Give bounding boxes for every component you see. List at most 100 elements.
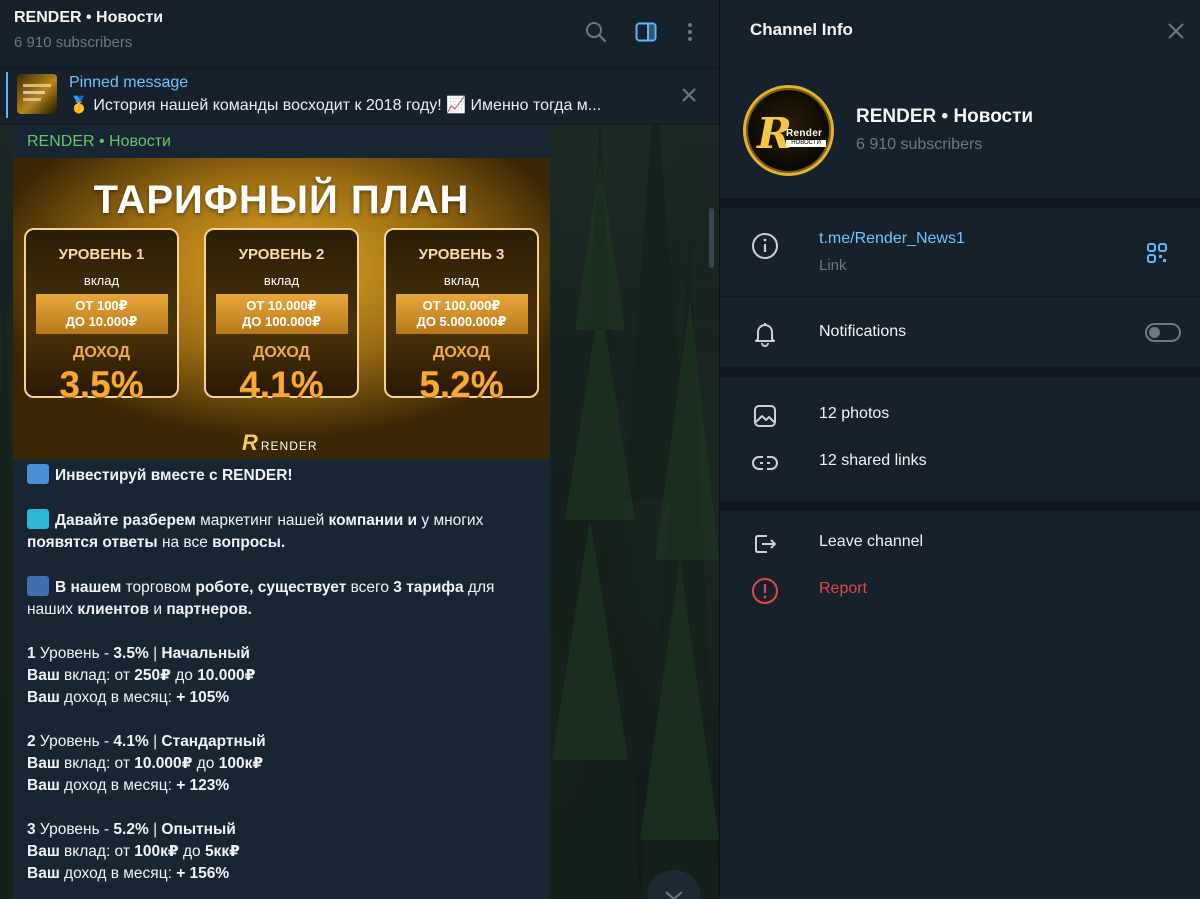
bold-text: + 123% [176,777,230,794]
close-pinned-icon[interactable] [679,85,699,105]
section-separator [720,501,1200,511]
avatar-tag: НОВОСТИ [786,140,826,147]
more-menu-icon[interactable] [678,20,702,44]
text: доход в месяц: [59,777,177,794]
bold-text: Ваш [27,843,60,860]
bold-text: роботе, существует [195,579,347,596]
chat-area: RENDER • Новости 6 910 subscribers Pinne… [0,0,719,899]
bell-icon [755,323,775,347]
bold-text: Опытный [161,821,236,838]
chat-title[interactable]: RENDER • Новости [14,9,163,27]
photo-icon [754,405,776,427]
channel-subscribers: 6 910 subscribers [856,136,983,153]
post-line: Ваш вклад: от 250₽ до 10.000₽ [27,665,537,687]
card-level: УРОВЕНЬ 1 [58,246,145,263]
channel-post[interactable]: RENDER • Новости ТАРИФНЫЙ ПЛАН УРОВЕНЬ 1… [13,126,550,899]
bold-text: Начальный [161,645,250,662]
pinned-thumbnail [17,74,57,114]
text: | [148,821,162,838]
bold-text: 5кк₽ [204,843,240,860]
channel-link[interactable]: t.me/Render_News1 [819,230,965,248]
pinned-indicator [6,72,8,118]
text: вклад: от [59,755,135,772]
report-button[interactable]: Report [819,580,867,598]
section-separator [720,198,1200,208]
chevron-down-icon [665,891,683,899]
chart-up-emoji [27,464,49,484]
text: доход в месяц: [59,865,177,882]
leave-channel-button[interactable]: Leave channel [819,533,923,551]
post-author[interactable]: RENDER • Новости [27,133,171,151]
poster-title: ТАРИФНЫЙ ПЛАН [93,178,470,222]
chat-subscribers: 6 910 subscribers [14,34,133,51]
tariff-poster-image[interactable]: ТАРИФНЫЙ ПЛАН УРОВЕНЬ 1 вклад ОТ 100₽ ДО … [13,158,550,459]
card-level: УРОВЕНЬ 2 [238,246,325,263]
bold-text: 250₽ [134,667,171,684]
post-line: Ваш вклад: от 100к₽ до 5кк₽ [27,841,537,863]
notifications-toggle[interactable] [1145,323,1181,342]
bold-text: 1 [27,645,36,662]
channel-info-panel: Channel Info R Render НОВОСТИ RENDER • Н… [720,0,1200,899]
post-line: Ваш доход в месяц: + 123% [27,775,537,797]
bold-text: Инвестируй вместе с RENDER! [55,467,293,484]
card-income-label: ДОХОД [252,344,311,361]
text: Уровень - [35,733,114,750]
post-line: В нашем торговом роботе, существует всег… [27,576,537,599]
text: до [178,843,205,860]
text: вклад: от [59,667,135,684]
post-blank-line [27,487,537,509]
shared-links-row[interactable]: 12 shared links [819,452,927,470]
card-deposit-label: вклад [83,273,120,288]
text: вклад: от [59,843,135,860]
bold-text: Ваш [27,689,60,706]
post-blank-line [27,554,537,576]
bold-text: Ваш [27,865,60,882]
channel-name: RENDER • Новости [856,106,1034,127]
text: доход в месяц: [59,689,177,706]
chat-scrollbar[interactable] [709,208,714,268]
text: маркетинг нашей [195,512,329,529]
bold-text: 3.5% [113,645,149,662]
leave-icon [755,535,777,553]
telegram-app: RENDER • Новости 6 910 subscribers Pinne… [0,0,1200,899]
sidebar-toggle-icon[interactable] [634,20,658,44]
link-icon [752,455,778,471]
channel-avatar[interactable]: R Render НОВОСТИ [743,85,834,176]
bar-chart-emoji [27,576,49,596]
bold-text: компании и [328,512,418,529]
bold-text: Ваш [27,667,60,684]
card-income-label: ДОХОД [432,344,491,361]
tariff-card-2: УРОВЕНЬ 2 вклад ОТ 10.000₽ ДО 100.000₽ ДО… [204,228,359,405]
post-blank-line [27,709,537,731]
bold-text: Ваш [27,755,60,772]
text: наших [27,601,78,618]
pinned-message-bar[interactable]: Pinned message 🥇 История нашей команды в… [0,68,719,125]
card-percent: 5.2% [419,364,504,405]
bold-text: клиентов [77,601,150,618]
row-separator [720,296,1200,297]
bold-text: + 105% [176,689,230,706]
post-line: Давайте разберем маркетинг нашей компани… [27,509,537,532]
card-range: ОТ 100.000₽ ДО 5.000.000₽ [395,294,528,334]
bold-text: Ваш [27,777,60,794]
search-icon[interactable] [584,20,608,44]
card-range: ОТ 100₽ ДО 10.000₽ [35,294,168,334]
link-caption: Link [819,257,847,274]
bold-text: 5.2% [113,821,149,838]
photos-row[interactable]: 12 photos [819,405,889,423]
text: торговом [121,579,196,596]
bold-text: Давайте разберем [55,512,196,529]
text: всего [346,579,394,596]
section-separator [720,367,1200,377]
text: до [170,667,198,684]
notifications-label: Notifications [819,323,907,340]
post-line: появятся ответы на все вопросы. [27,532,537,554]
bold-text: 4.1% [113,733,149,750]
card-income-label: ДОХОД [72,344,131,361]
post-line: 1 Уровень - 3.5% | Начальный [27,643,537,665]
qr-code-icon[interactable] [1146,242,1168,264]
bold-text: появятся ответы [27,534,158,551]
close-icon[interactable] [1166,21,1186,41]
bold-text: партнеров. [166,601,252,618]
post-blank-line [27,621,537,643]
